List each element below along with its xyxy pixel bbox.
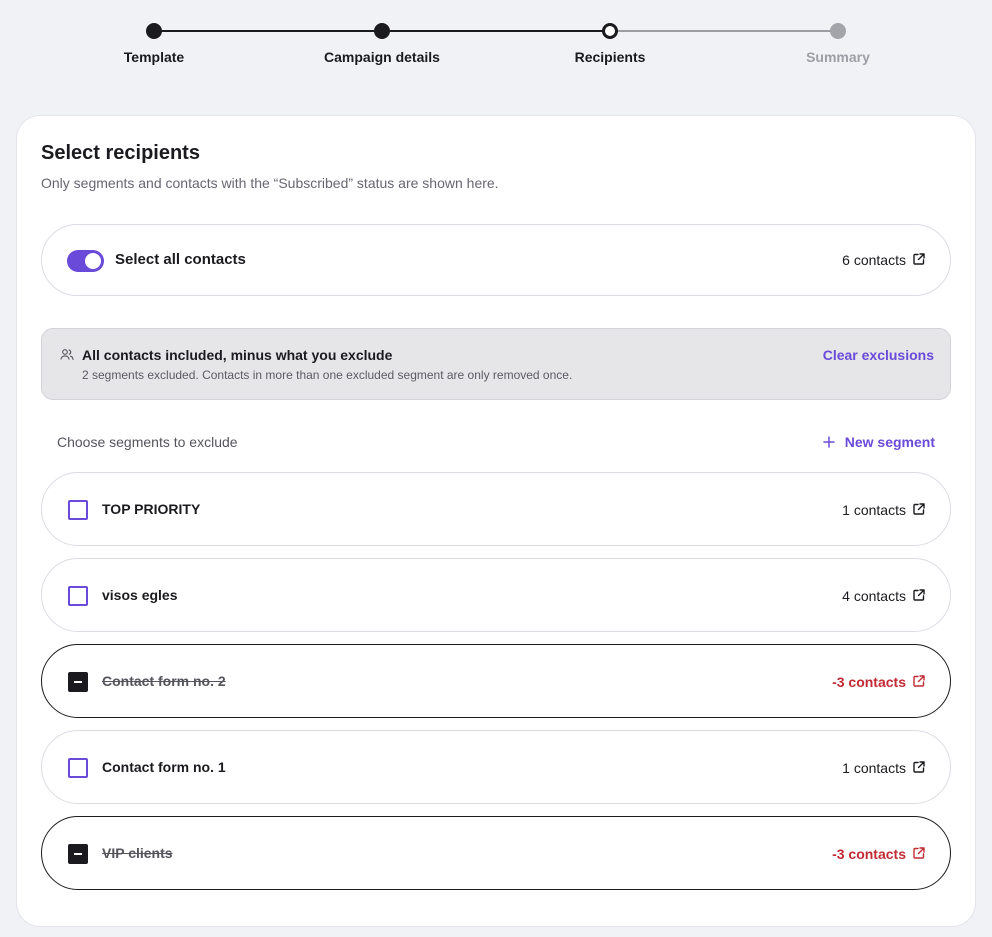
segment-name: Contact form no. 1	[102, 759, 226, 775]
step-dot-recipients	[602, 23, 618, 39]
clear-exclusions-button[interactable]: Clear exclusions	[823, 347, 934, 363]
external-link-icon[interactable]	[913, 253, 925, 265]
segment-name: visos egles	[102, 587, 178, 603]
segment-name: Contact form no. 2	[102, 673, 226, 689]
step-label-template[interactable]: Template	[54, 49, 254, 65]
banner-description: 2 segments excluded. Contacts in more th…	[82, 368, 573, 382]
toggle-knob	[85, 253, 101, 269]
select-all-row: Select all contacts 6 contacts	[41, 224, 951, 296]
segment-row-excluded[interactable]: VIP clients -3 contacts	[41, 816, 951, 890]
new-segment-label: New segment	[844, 434, 935, 450]
step-label-summary: Summary	[806, 49, 870, 65]
segments-heading: Choose segments to exclude	[57, 434, 238, 450]
segment-checkbox-indeterminate[interactable]	[68, 672, 88, 692]
segment-count-link[interactable]: -3 contacts	[832, 846, 906, 862]
step-dot-summary	[830, 23, 846, 39]
step-connector	[154, 30, 382, 32]
segment-row[interactable]: Contact form no. 1 1 contacts	[41, 730, 951, 804]
step-connector	[610, 30, 838, 32]
segment-count-link[interactable]: -3 contacts	[832, 674, 906, 690]
page-subtitle: Only segments and contacts with the “Sub…	[41, 175, 499, 191]
step-dot-campaign-details[interactable]	[374, 23, 390, 39]
segment-row[interactable]: visos egles 4 contacts	[41, 558, 951, 632]
plus-icon	[823, 436, 835, 448]
banner-title: All contacts included, minus what you ex…	[82, 347, 393, 363]
segment-count-link[interactable]: 4 contacts	[842, 588, 906, 604]
step-label-campaign-details[interactable]: Campaign details	[282, 49, 482, 65]
segment-checkbox[interactable]	[68, 586, 88, 606]
external-link-icon[interactable]	[913, 589, 925, 601]
progress-stepper: Template Campaign details Recipients Sum…	[0, 0, 992, 80]
segment-row-excluded[interactable]: Contact form no. 2 -3 contacts	[41, 644, 951, 718]
segment-checkbox[interactable]	[68, 500, 88, 520]
segment-count-link[interactable]: 1 contacts	[842, 502, 906, 518]
segment-name: VIP clients	[102, 845, 173, 861]
segment-checkbox-indeterminate[interactable]	[68, 844, 88, 864]
select-all-label: Select all contacts	[115, 251, 246, 268]
people-icon	[60, 349, 74, 361]
segment-count-link[interactable]: 1 contacts	[842, 760, 906, 776]
exclusion-banner: All contacts included, minus what you ex…	[41, 328, 951, 400]
segment-checkbox[interactable]	[68, 758, 88, 778]
contacts-count-link[interactable]: 6 contacts	[842, 252, 906, 268]
step-label-recipients: Recipients	[574, 49, 646, 65]
external-link-icon[interactable]	[913, 503, 925, 515]
recipients-card: Select recipients Only segments and cont…	[16, 115, 976, 927]
segment-name: TOP PRIORITY	[102, 501, 201, 517]
select-all-toggle[interactable]	[67, 250, 104, 272]
segment-row[interactable]: TOP PRIORITY 1 contacts	[41, 472, 951, 546]
page-title: Select recipients	[41, 142, 200, 164]
external-link-icon[interactable]	[913, 847, 925, 859]
step-connector	[382, 30, 610, 32]
step-dot-template[interactable]	[146, 23, 162, 39]
new-segment-button[interactable]: New segment	[823, 434, 935, 450]
external-link-icon[interactable]	[913, 761, 925, 773]
external-link-icon[interactable]	[913, 675, 925, 687]
